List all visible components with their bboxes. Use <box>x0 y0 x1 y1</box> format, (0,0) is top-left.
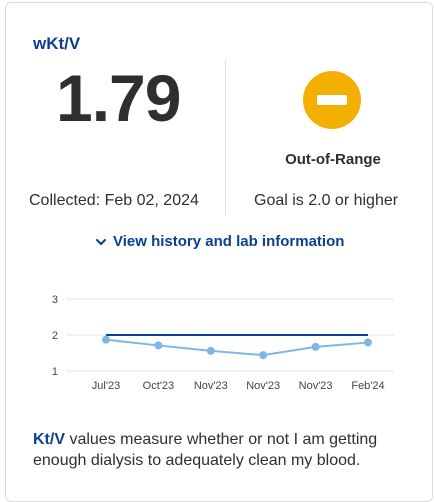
metric-value: 1.79 <box>56 61 181 135</box>
view-history-link[interactable]: View history and lab information <box>95 233 344 250</box>
description-text: values measure whether or not I am getti… <box>33 431 378 469</box>
data-point <box>102 335 110 344</box>
goal-text: Goal is 2.0 or higher <box>254 192 399 209</box>
y-tick-label: 2 <box>52 330 58 342</box>
data-point <box>364 338 372 347</box>
y-tick-label: 1 <box>52 366 58 378</box>
wktv-card: wKt/V 1.79 Out-of-Range Collected: Feb 0… <box>5 2 433 502</box>
minus-circle-icon <box>303 71 361 129</box>
data-point <box>311 342 320 351</box>
collected-date: Collected: Feb 02, 2024 <box>29 192 199 209</box>
series-line <box>105 338 369 357</box>
chevron-down-icon <box>96 238 106 245</box>
y-tick-label: 3 <box>52 294 58 306</box>
x-tick-label: Nov'23 <box>246 380 280 392</box>
history-chart: 1 2 3 Jul'23 Oct'23 Nov'23 Nov'23 Nov'23 Feb'24 <box>52 294 394 392</box>
view-history-label: View history and lab information <box>113 233 345 250</box>
status-label: Out-of-Range <box>285 151 381 168</box>
x-tick-label: Nov'23 <box>299 380 333 392</box>
x-tick-label: Nov'23 <box>194 380 228 392</box>
ktv-term-link[interactable]: Kt/V <box>33 431 65 448</box>
x-tick-label: Feb'24 <box>351 380 384 392</box>
description: Kt/V values measure whether or not I am … <box>33 429 413 471</box>
data-point <box>154 341 163 350</box>
data-point <box>259 351 268 360</box>
metric-title: wKt/V <box>33 34 81 53</box>
vertical-divider <box>225 59 226 215</box>
x-tick-label: Jul'23 <box>92 380 120 392</box>
x-tick-label: Oct'23 <box>143 380 174 392</box>
data-point <box>206 346 215 355</box>
